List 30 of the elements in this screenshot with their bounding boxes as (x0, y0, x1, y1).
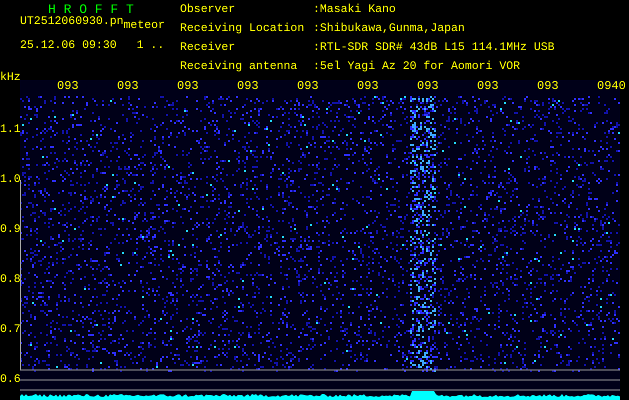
date-time: 25.12.06 09:30 (20, 40, 117, 52)
axis-tick-label: 0.7 (0, 324, 21, 336)
info-label: Receiving Location (180, 23, 306, 37)
time-label: 093 (117, 80, 139, 94)
info-value: :5el Yagi Az 20 for Aomori VOR (313, 61, 522, 75)
time-label: 093 (537, 80, 559, 94)
info-label: Receiving antenna (180, 61, 298, 75)
time-label: 0940 (597, 80, 626, 94)
time-label: 093 (417, 80, 439, 94)
time-label: 093 (237, 80, 259, 94)
file-name: UT2512060930.pn (20, 16, 124, 28)
info-value: :Masaki Kano (313, 4, 397, 18)
info-label: Receiver (180, 42, 236, 56)
info-label: Observer (180, 4, 236, 18)
counter: 1 .. (136, 40, 164, 52)
time-label: 093 (477, 80, 499, 94)
axis-tick-label: 0.8 (0, 274, 21, 286)
axis-tick-label: 0.6 (0, 374, 21, 386)
axis-tick-label: 0.9 (0, 224, 21, 236)
time-label: 093 (297, 80, 319, 94)
time-label: 093 (177, 80, 199, 94)
time-label: 093 (57, 80, 79, 94)
info-value: :Shibukawa,Gunma,Japan (313, 23, 466, 37)
info-value: :RTL-SDR SDR# 43dB L15 114.1MHz USB (313, 42, 555, 56)
app-title: H R O F F T (48, 4, 135, 16)
axis-tick-label: 1.1 (0, 124, 21, 136)
mode-label: meteor (124, 20, 165, 32)
axis-unit: kHz (0, 72, 21, 84)
axis-tick-label: 1.0 (0, 174, 21, 186)
time-label: 093 (357, 80, 379, 94)
